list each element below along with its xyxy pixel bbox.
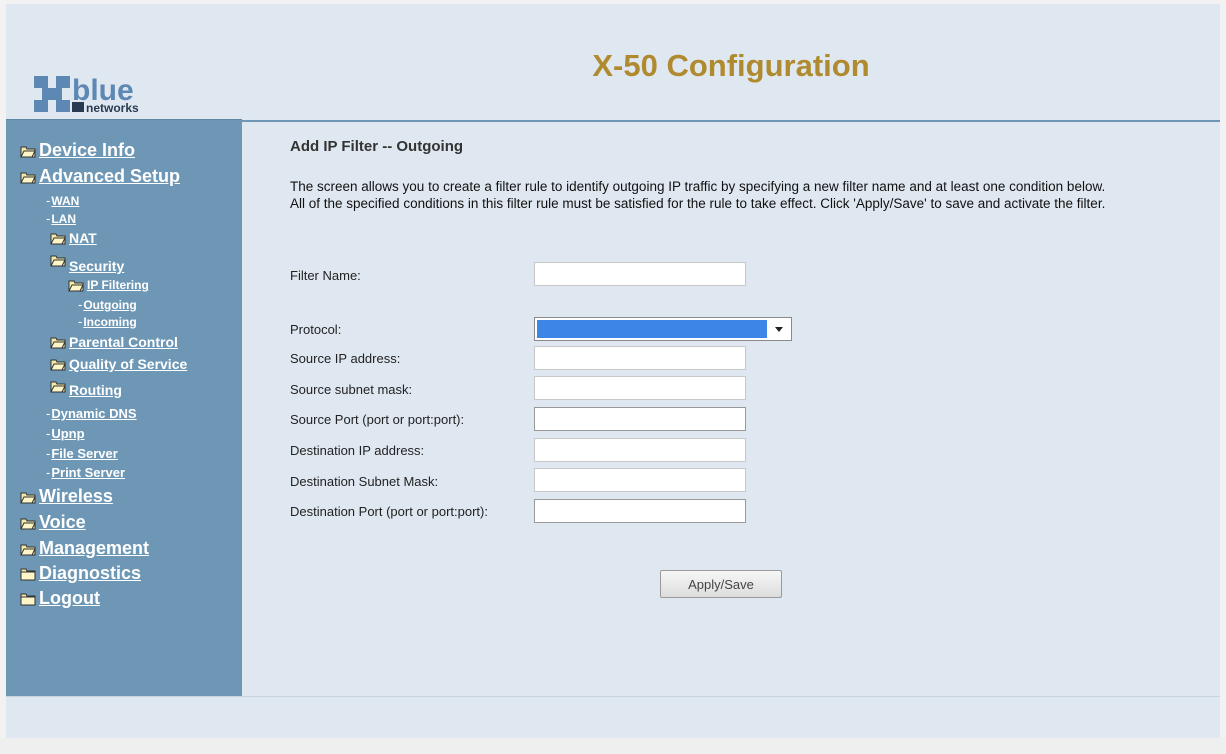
sidebar-item-parental-control[interactable]: Parental Control	[50, 334, 178, 350]
sidebar-item-label: WAN	[51, 193, 80, 208]
folder-open-icon	[50, 337, 66, 349]
folder-open-icon	[50, 381, 66, 393]
folder-open-icon	[50, 255, 66, 267]
dash-icon: -	[78, 297, 83, 312]
sidebar-item-label: Logout	[39, 588, 100, 608]
dash-icon: -	[46, 426, 51, 441]
footer	[6, 696, 1220, 737]
sidebar-item-label: File Server	[51, 446, 118, 461]
protocol-select[interactable]	[534, 317, 792, 341]
sidebar-item-label: Print Server	[51, 465, 126, 480]
content-divider	[242, 120, 1220, 122]
sidebar-item-label: Advanced Setup	[39, 166, 181, 186]
sidebar-item-label: Security	[69, 258, 125, 274]
sidebar-item-label: Upnp	[51, 426, 85, 441]
sidebar-item-incoming[interactable]: - Incoming	[78, 314, 137, 329]
dash-icon: -	[78, 314, 83, 329]
sidebar-item-logout[interactable]: Logout	[20, 588, 100, 609]
sidebar-item-file-server[interactable]: - File Server	[46, 446, 118, 461]
sidebar-item-device-info[interactable]: Device Info	[20, 140, 135, 161]
sidebar-item-label: Parental Control	[69, 334, 178, 350]
sidebar-item-wan[interactable]: - WAN	[46, 193, 79, 208]
sidebar-item-lan[interactable]: - LAN	[46, 211, 76, 226]
sidebar-item-label: Quality of Service	[69, 356, 188, 372]
sidebar-item-label: LAN	[51, 211, 77, 226]
source-mask-input[interactable]	[534, 376, 746, 400]
folder-open-icon	[20, 544, 36, 555]
sidebar-item-security[interactable]: Security	[50, 252, 124, 274]
destination-mask-input[interactable]	[534, 468, 746, 492]
source-port-label: Source Port (port or port:port):	[290, 412, 465, 427]
destination-mask-label: Destination Subnet Mask:	[290, 474, 439, 489]
sidebar-item-label: Wireless	[39, 486, 113, 506]
folder-open-icon	[68, 280, 84, 292]
folder-open-icon	[50, 233, 66, 245]
destination-ip-label: Destination IP address:	[290, 443, 425, 458]
sidebar-item-upnp[interactable]: - Upnp	[46, 426, 85, 441]
destination-ip-input[interactable]	[534, 438, 746, 462]
folder-open-icon	[20, 492, 36, 503]
page-description: The screen allows you to create a filter…	[290, 179, 1106, 211]
sidebar-item-label: Routing	[69, 382, 122, 398]
sidebar-item-label: Outgoing	[83, 297, 137, 312]
dash-icon: -	[46, 465, 51, 480]
folder-open-icon	[20, 146, 36, 157]
sidebar-item-management[interactable]: Management	[20, 538, 149, 559]
sidebar-item-label: Management	[39, 538, 150, 558]
destination-port-input[interactable]	[534, 499, 746, 523]
dash-icon: -	[46, 211, 51, 226]
sidebar-item-nat[interactable]: NAT	[50, 230, 97, 246]
sidebar-item-label: Voice	[39, 512, 86, 532]
sidebar-item-wireless[interactable]: Wireless	[20, 486, 113, 507]
sidebar-item-ip-filtering[interactable]: IP Filtering	[68, 278, 149, 292]
header: blue networks X-50 Configuration	[6, 4, 1220, 120]
filter-name-label: Filter Name:	[290, 268, 361, 283]
chevron-down-icon[interactable]	[771, 320, 787, 338]
sidebar: Device Info Advanced Setup - WAN - LAN N…	[6, 120, 242, 696]
xblue-logo: blue networks	[34, 74, 139, 115]
destination-port-label: Destination Port (port or port:port):	[290, 504, 488, 519]
source-port-input[interactable]	[534, 407, 746, 431]
sidebar-item-routing[interactable]: Routing	[50, 378, 122, 398]
source-ip-input[interactable]	[534, 346, 746, 370]
sidebar-item-outgoing[interactable]: - Outgoing	[78, 297, 137, 312]
apply-save-button[interactable]: Apply/Save	[660, 570, 782, 598]
folder-closed-icon	[20, 568, 36, 580]
sidebar-item-advanced-setup[interactable]: Advanced Setup	[20, 166, 180, 187]
source-ip-label: Source IP address:	[290, 351, 401, 366]
sidebar-item-quality-of-service[interactable]: Quality of Service	[50, 356, 187, 372]
source-mask-label: Source subnet mask:	[290, 382, 413, 397]
page-frame: blue networks X-50 Configuration Device …	[6, 4, 1220, 746]
folder-closed-icon	[20, 593, 36, 605]
dash-icon: -	[46, 406, 51, 421]
sidebar-item-label: NAT	[69, 230, 97, 246]
sidebar-item-print-server[interactable]: - Print Server	[46, 465, 125, 480]
sidebar-item-label: Incoming	[83, 314, 137, 329]
folder-open-icon	[50, 359, 66, 371]
protocol-selected-value	[537, 320, 767, 338]
folder-open-icon	[20, 518, 36, 529]
sidebar-item-label: Diagnostics	[39, 563, 142, 583]
page-title: Add IP Filter -- Outgoing	[290, 138, 464, 155]
dash-icon: -	[46, 446, 51, 461]
sidebar-item-dynamic-dns[interactable]: - Dynamic DNS	[46, 406, 137, 421]
sidebar-item-label: IP Filtering	[87, 278, 149, 292]
folder-open-icon	[20, 172, 36, 183]
protocol-label: Protocol:	[290, 322, 342, 337]
sidebar-item-label: Dynamic DNS	[51, 406, 137, 421]
logo-subtext: networks	[86, 101, 139, 115]
app-title: X-50 Configuration	[592, 48, 870, 83]
dash-icon: -	[46, 193, 51, 208]
bottom-strip	[0, 738, 1226, 754]
sidebar-item-diagnostics[interactable]: Diagnostics	[20, 563, 141, 584]
sidebar-item-label: Device Info	[39, 140, 136, 160]
filter-name-input[interactable]	[534, 262, 746, 286]
sidebar-item-voice[interactable]: Voice	[20, 512, 86, 533]
